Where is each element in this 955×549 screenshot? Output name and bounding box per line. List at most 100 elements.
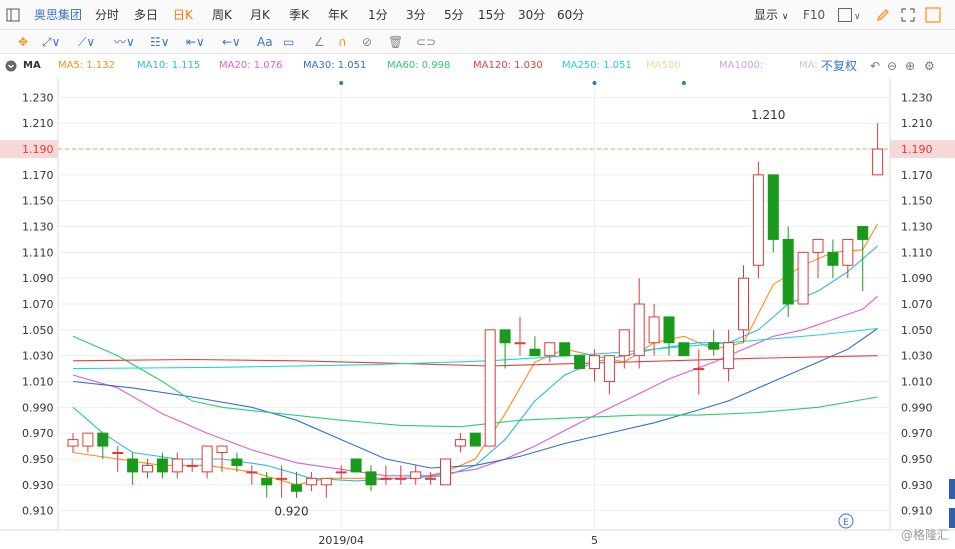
candle-up bbox=[484, 329, 496, 447]
measure-tool-icon[interactable]: ⇤∨ bbox=[186, 30, 205, 54]
right-edge-mark bbox=[949, 479, 955, 499]
chart-style-icon[interactable]: ∨ bbox=[838, 8, 862, 22]
candle-up bbox=[320, 477, 332, 486]
candle-down bbox=[782, 238, 794, 305]
arrow-tool-icon[interactable]: ←∨ bbox=[222, 30, 241, 54]
fibonacci-tool-icon[interactable]: ☷∨ bbox=[150, 30, 170, 54]
undo-icon[interactable]: ↶ bbox=[870, 54, 880, 78]
period-tab[interactable]: 年K bbox=[328, 0, 348, 30]
period-tab[interactable]: 季K bbox=[289, 0, 309, 30]
y-tick-label-right: 1.090 bbox=[901, 272, 933, 285]
y-tick-label-right: 0.930 bbox=[901, 479, 933, 492]
event-marker bbox=[681, 81, 686, 85]
ma-legend-bar: MA MA5: 1.132 MA10: 1.115 MA20: 1.076 MA… bbox=[0, 54, 955, 78]
period-tab[interactable]: 60分 bbox=[557, 0, 584, 30]
period-tab-active[interactable]: 日K bbox=[173, 0, 193, 30]
angle-icon[interactable]: ∠ bbox=[314, 30, 325, 54]
period-tab[interactable]: 1分 bbox=[368, 0, 388, 30]
comment-icon[interactable]: ▭ bbox=[283, 30, 294, 54]
period-tab[interactable]: 5分 bbox=[444, 0, 464, 30]
candle-up bbox=[872, 148, 884, 176]
candle-down bbox=[767, 174, 779, 240]
hide-icon[interactable]: ⊘ bbox=[362, 30, 372, 54]
settings-icon[interactable]: ⚙ bbox=[924, 54, 935, 78]
candle-down bbox=[261, 477, 273, 486]
candle-up bbox=[410, 471, 422, 479]
y-tick-label-right: 0.970 bbox=[901, 427, 933, 440]
candle-up bbox=[82, 432, 94, 447]
candle-up bbox=[544, 342, 556, 357]
candle-down bbox=[469, 432, 481, 447]
period-tab[interactable]: 15分 bbox=[478, 0, 505, 30]
candle-up bbox=[171, 458, 183, 473]
trash-icon[interactable]: 🗑 bbox=[388, 30, 403, 54]
collapse-icon[interactable] bbox=[5, 60, 17, 72]
magnet-icon[interactable]: ∩ bbox=[338, 30, 347, 54]
candle-up bbox=[186, 464, 198, 467]
event-marker bbox=[339, 81, 344, 85]
pencil-icon[interactable] bbox=[876, 8, 890, 22]
candle-up bbox=[738, 277, 749, 331]
fullscreen-icon[interactable] bbox=[901, 8, 915, 22]
candle-down bbox=[708, 342, 720, 350]
adjust-button[interactable]: 不复权 bbox=[821, 54, 857, 78]
candle-up bbox=[454, 439, 466, 447]
zoom-out-icon[interactable]: ⊖ bbox=[887, 54, 897, 78]
period-tab[interactable]: 30分 bbox=[518, 0, 545, 30]
ma30-value: MA30: 1.051 bbox=[303, 60, 367, 71]
link-icon[interactable]: ⊂⊃ bbox=[416, 30, 436, 54]
polyline-tool-icon[interactable]: ⟋∨ bbox=[78, 30, 95, 54]
candle-up bbox=[842, 238, 854, 266]
low-price-annotation: 0.920 bbox=[274, 505, 308, 519]
candle-up bbox=[246, 471, 258, 474]
candle-up bbox=[201, 445, 213, 473]
y-tick-label-left: 1.130 bbox=[22, 221, 54, 234]
y-tick-label-left: 1.090 bbox=[22, 272, 54, 285]
candle-up bbox=[67, 439, 79, 447]
period-tab[interactable]: 3分 bbox=[406, 0, 426, 30]
y-tick-label-right: 1.070 bbox=[901, 298, 933, 311]
sidebar-toggle-icon[interactable] bbox=[6, 8, 20, 22]
candle-down bbox=[231, 458, 243, 466]
candle-up bbox=[514, 342, 526, 345]
wave-tool-icon[interactable]: 〰∨ bbox=[114, 30, 135, 54]
ma-label: MA bbox=[23, 60, 41, 71]
period-tab[interactable]: 周K bbox=[212, 0, 232, 30]
text-tool-icon[interactable]: Aa bbox=[257, 30, 273, 54]
ma-custom-value: MA: bbox=[799, 60, 818, 71]
candle-down bbox=[127, 458, 139, 473]
right-edge-mark bbox=[949, 508, 955, 528]
high-price-annotation: 1.210 bbox=[751, 108, 785, 122]
y-tick-label-left: 1.170 bbox=[22, 169, 54, 182]
period-tab[interactable]: 分时 bbox=[95, 0, 119, 30]
candle-up bbox=[380, 477, 392, 480]
candle-up bbox=[425, 477, 437, 480]
y-tick-label-left: 0.970 bbox=[22, 427, 54, 440]
candle-down bbox=[574, 355, 586, 370]
event-e-icon[interactable]: E bbox=[838, 513, 854, 529]
event-marker bbox=[592, 81, 597, 85]
candle-down bbox=[97, 432, 109, 447]
ma-line-ma20 bbox=[72, 295, 878, 477]
line-tool-icon[interactable]: ⤢∨ bbox=[42, 30, 60, 54]
move-icon[interactable]: ✥ bbox=[18, 30, 28, 54]
y-tick-label-left: 1.070 bbox=[22, 298, 54, 311]
y-tick-label-right: 1.030 bbox=[901, 350, 933, 363]
f10-button[interactable]: F10 bbox=[803, 0, 825, 30]
candle-down bbox=[156, 458, 168, 473]
popout-icon[interactable] bbox=[925, 7, 941, 23]
period-tab[interactable]: 多日 bbox=[134, 0, 158, 30]
candle-up bbox=[648, 316, 660, 344]
svg-text:∨: ∨ bbox=[854, 12, 861, 22]
candle-up bbox=[305, 477, 317, 486]
zoom-in-icon[interactable]: ⊕ bbox=[905, 54, 915, 78]
kline-chart[interactable]: 1.230 1.230 1.210 1.210 1.190 1.190 1.170 1.170… bbox=[0, 78, 955, 549]
y-tick-label-right: 1.210 bbox=[901, 117, 933, 130]
candle-up bbox=[618, 329, 630, 357]
candle-down bbox=[678, 342, 690, 357]
candle-up bbox=[723, 342, 735, 370]
display-menu[interactable]: 显示 ∨ bbox=[754, 0, 788, 30]
y-tick-label-left: 1.050 bbox=[22, 324, 54, 337]
stock-name[interactable]: 奥思集团 bbox=[34, 0, 82, 30]
period-tab[interactable]: 月K bbox=[250, 0, 270, 30]
